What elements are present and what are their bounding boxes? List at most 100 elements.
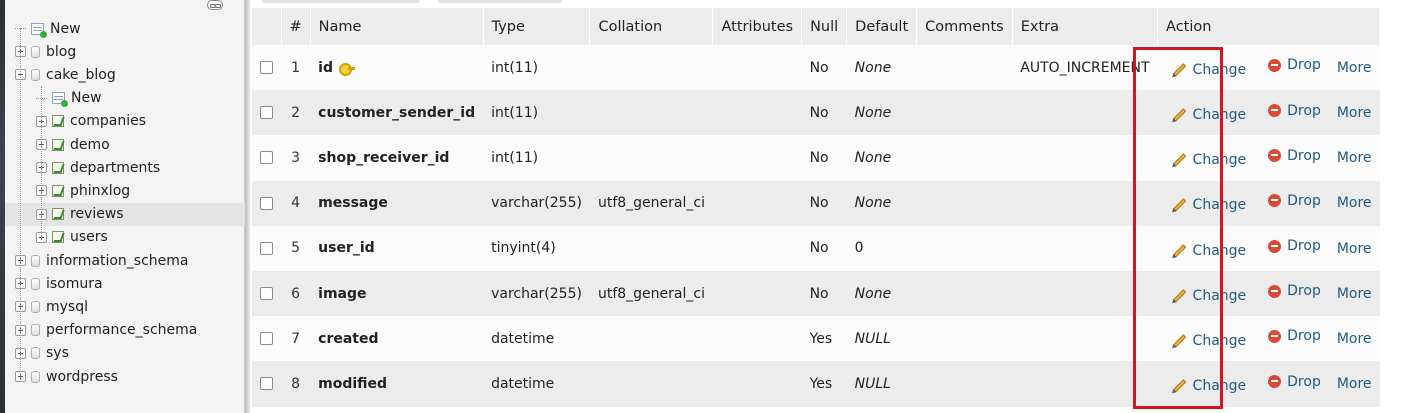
row-checkbox[interactable]	[260, 196, 273, 210]
more-button[interactable]: More	[1337, 331, 1372, 347]
column-attributes	[712, 45, 802, 91]
column-name[interactable]: id	[318, 60, 333, 76]
column-comments	[916, 270, 1013, 317]
column-null: No	[801, 270, 847, 317]
more-button[interactable]: More	[1337, 286, 1372, 302]
column-name[interactable]: shop_receiver_id	[318, 150, 449, 166]
column-name[interactable]: created	[318, 331, 378, 347]
row-checkbox[interactable]	[260, 241, 273, 255]
header-extra: Extra	[1012, 8, 1159, 45]
row-checkbox[interactable]	[260, 106, 273, 120]
tree-item-isomura[interactable]: isomura	[15, 272, 103, 295]
nav-resizer[interactable]	[245, 0, 250, 413]
tree-item-departments-6[interactable]: departments	[36, 156, 160, 179]
change-button[interactable]: Change	[1172, 333, 1246, 349]
drop-button[interactable]: Drop	[1268, 238, 1321, 254]
drop-button[interactable]: Drop	[1268, 57, 1321, 73]
column-name-cell[interactable]: shop_receiver_id	[310, 135, 484, 181]
tree-item-information-schema[interactable]: information_schema	[15, 249, 189, 272]
change-button[interactable]: Change	[1172, 288, 1246, 304]
column-attributes	[712, 361, 802, 407]
pencil-icon	[1172, 334, 1186, 348]
row-checkbox[interactable]	[260, 151, 273, 165]
tree-item-users-9[interactable]: users	[36, 226, 108, 249]
row-checkbox[interactable]	[260, 377, 273, 391]
tree-item-blog[interactable]: blog	[15, 40, 76, 63]
action-cell: Change Drop More	[1157, 180, 1380, 226]
change-button[interactable]: Change	[1172, 107, 1246, 123]
column-name[interactable]: modified	[318, 376, 387, 392]
drop-button[interactable]: Drop	[1268, 148, 1321, 164]
drop-button[interactable]: Drop	[1268, 283, 1321, 299]
row-number: 6	[281, 270, 311, 317]
column-name-cell[interactable]: created	[310, 316, 484, 362]
more-button[interactable]: More	[1337, 60, 1372, 76]
drop-button[interactable]: Drop	[1268, 193, 1321, 209]
drop-button[interactable]: Drop	[1268, 103, 1321, 119]
pencil-icon	[1172, 243, 1186, 258]
change-button[interactable]: Change	[1172, 197, 1246, 213]
change-button[interactable]: Change	[1172, 242, 1247, 259]
header-name: Name	[310, 8, 484, 45]
tree-item-reviews-8[interactable]: reviews	[36, 203, 124, 226]
more-button[interactable]: More	[1337, 376, 1372, 392]
column-name-cell[interactable]: image	[310, 270, 484, 317]
drop-button[interactable]: Drop	[1268, 374, 1321, 390]
change-label: Change	[1192, 242, 1247, 259]
column-default: None	[846, 270, 917, 317]
change-button[interactable]: Change	[1172, 378, 1246, 394]
more-button[interactable]: More	[1337, 195, 1372, 211]
column-row: 1 id int(11) No None AUTO_INCREMENT Change Drop…	[252, 45, 1380, 91]
tree-item-label: phinxlog	[70, 182, 131, 199]
drop-button[interactable]: Drop	[1268, 328, 1321, 344]
column-row: 2 customer_sender_id int(11) No None Change Dr…	[252, 90, 1380, 136]
column-row: 5 user_id tinyint(4) No 0 Change Drop More	[252, 225, 1380, 271]
drop-label: Drop	[1287, 192, 1321, 209]
database-icon	[31, 300, 40, 313]
column-type: int(11)	[483, 45, 590, 91]
column-collation	[589, 45, 713, 91]
new-item-icon	[52, 92, 68, 108]
more-button[interactable]: More	[1337, 241, 1372, 257]
structure-table: # Name Type Collation Attributes Null De…	[252, 8, 1381, 407]
row-number: 1	[281, 45, 311, 91]
tree-item-sys[interactable]: sys	[15, 342, 69, 365]
column-name-cell[interactable]: user_id	[310, 225, 484, 271]
row-checkbox[interactable]	[260, 332, 273, 346]
link-toggle-icon[interactable]	[207, 0, 223, 10]
tree-item-cake-blog[interactable]: cake_blog	[15, 63, 116, 86]
tree-item-wordpress[interactable]: wordpress	[15, 365, 118, 388]
column-row: 8 modified datetime Yes NULL Change Drop More	[252, 361, 1380, 407]
drop-label: Drop	[1287, 283, 1321, 300]
column-extra	[1012, 225, 1158, 271]
tree-item-performance-schema[interactable]: performance_schema	[15, 319, 197, 342]
column-name[interactable]: image	[318, 286, 366, 302]
table-icon	[52, 138, 64, 151]
change-button[interactable]: Change	[1172, 152, 1246, 168]
more-button[interactable]: More	[1337, 150, 1372, 166]
column-name-cell[interactable]: customer_sender_id	[310, 90, 484, 136]
row-checkbox[interactable]	[260, 61, 273, 75]
tree-item-New-3[interactable]: New	[36, 87, 102, 110]
column-extra	[1012, 270, 1158, 317]
action-cell: Change Drop More	[1157, 270, 1380, 317]
column-name-cell[interactable]: modified	[310, 361, 484, 407]
more-button[interactable]: More	[1337, 105, 1372, 121]
column-type: tinyint(4)	[483, 225, 590, 271]
column-name-cell[interactable]: id	[310, 45, 484, 91]
drop-icon	[1268, 149, 1282, 163]
tree-item-demo-5[interactable]: demo	[36, 133, 110, 156]
tree-item-New[interactable]: New	[15, 17, 81, 40]
tree-item-label: sys	[46, 345, 69, 362]
column-name[interactable]: customer_sender_id	[318, 105, 475, 121]
column-name[interactable]: user_id	[318, 240, 375, 256]
change-button[interactable]: Change	[1172, 62, 1246, 78]
column-name[interactable]: message	[318, 195, 388, 211]
tree-item-mysql[interactable]: mysql	[15, 295, 88, 318]
column-name-cell[interactable]: message	[310, 180, 484, 226]
tree-item-companies-4[interactable]: companies	[36, 110, 146, 133]
table-icon	[52, 231, 64, 244]
row-checkbox[interactable]	[260, 287, 273, 301]
tree-item-phinxlog-7[interactable]: phinxlog	[36, 179, 130, 202]
column-null: Yes	[801, 361, 847, 407]
